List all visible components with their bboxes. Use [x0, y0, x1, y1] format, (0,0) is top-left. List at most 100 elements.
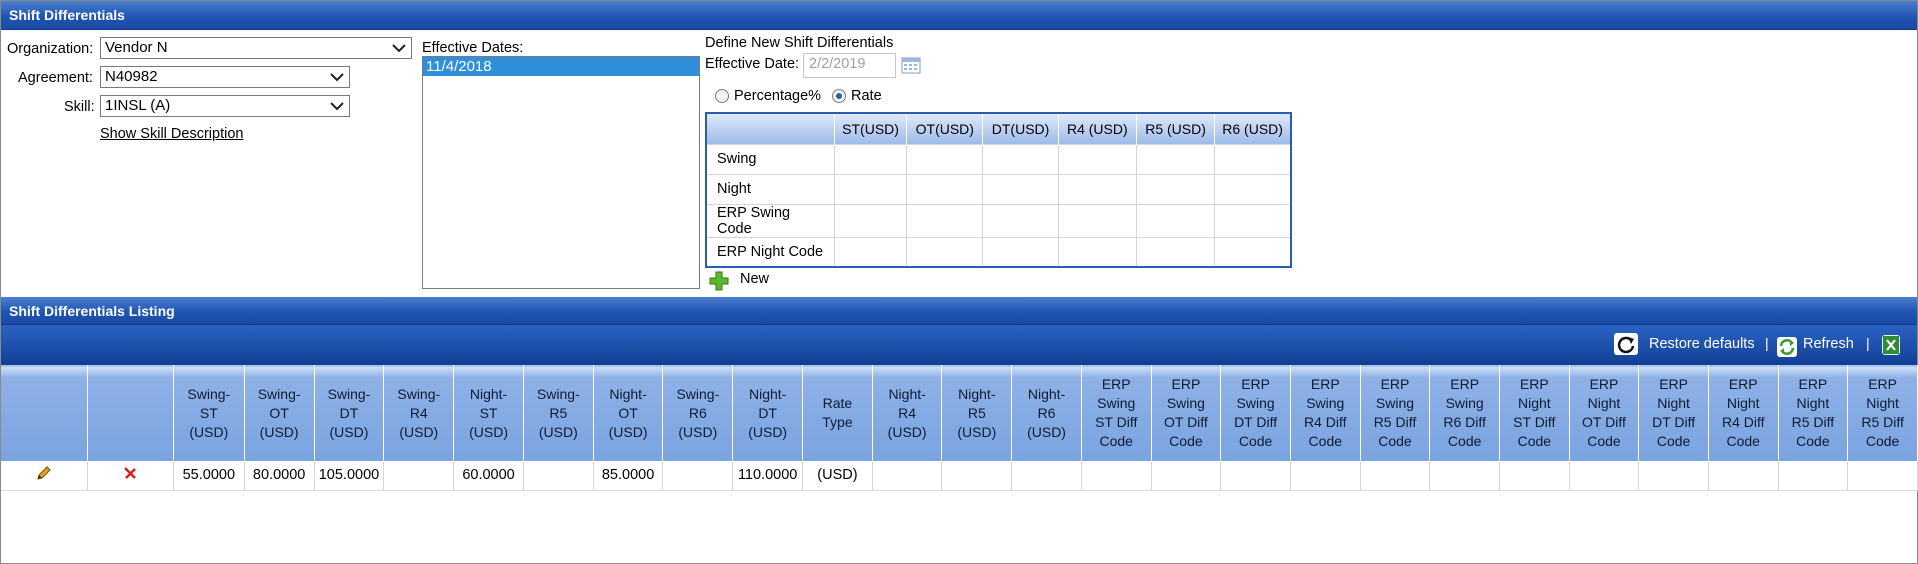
listing-header-cell[interactable]: Night- R4 (USD) [872, 365, 943, 461]
restore-icon[interactable] [1614, 333, 1638, 355]
listing-header-cell[interactable]: Night- OT (USD) [593, 365, 664, 461]
listing-header-cell[interactable]: ERP Swing DT Diff Code [1220, 365, 1291, 461]
rate-radio[interactable] [832, 89, 846, 103]
define-grid-input-cell[interactable] [1214, 143, 1292, 175]
listing-header-cell[interactable]: ERP Night DT Diff Code [1638, 365, 1709, 461]
define-grid-input-cell[interactable] [1057, 143, 1137, 175]
calendar-icon[interactable] [901, 55, 921, 75]
listing-header-cell[interactable]: Night- DT (USD) [732, 365, 804, 461]
grid-header-ot: OT(USD) [906, 113, 984, 144]
define-grid-input-cell[interactable] [1214, 236, 1292, 268]
export-excel-icon[interactable] [1882, 335, 1900, 355]
listing-header-cell[interactable]: ERP Swing R4 Diff Code [1290, 365, 1361, 461]
table-cell [1360, 460, 1431, 491]
define-grid-input-cell[interactable] [1057, 236, 1137, 268]
edit-cell [1, 460, 88, 491]
listing-header-cell[interactable]: Swing- ST (USD) [173, 365, 245, 461]
listing-header-cell[interactable] [1, 365, 88, 461]
listing-header-cell[interactable]: Night- R6 (USD) [1011, 365, 1082, 461]
listing-header-row: Swing- ST (USD) Swing- OT (USD) Swing- DT … [1, 365, 1918, 461]
listing-header-cell[interactable]: ERP Night OT Diff Code [1569, 365, 1640, 461]
grid-header-r6: R6 (USD) [1214, 113, 1292, 144]
new-button[interactable]: New [740, 271, 769, 287]
table-cell: 55.0000 [173, 460, 245, 491]
table-cell [1499, 460, 1570, 491]
define-grid-input-cell[interactable] [833, 143, 908, 175]
listing-title: Shift Differentials Listing [1, 297, 1917, 325]
table-cell [1708, 460, 1779, 491]
table-cell: 60.0000 [453, 460, 524, 491]
define-grid-input-cell[interactable] [1057, 173, 1137, 205]
define-grid-input-cell[interactable] [1135, 173, 1216, 205]
listing-header-cell[interactable]: Swing- R5 (USD) [523, 365, 594, 461]
define-grid-input-cell[interactable] [1214, 203, 1292, 238]
listing-header-cell[interactable]: ERP Night R4 Diff Code [1708, 365, 1779, 461]
effective-dates-list[interactable]: 11/4/2018 [422, 56, 700, 289]
grid-header-st: ST(USD) [834, 113, 908, 144]
listing-toolbar: Restore defaults | Refresh | [1, 325, 1917, 365]
define-grid-input-cell[interactable] [1214, 173, 1292, 205]
define-grid-input-cell[interactable] [982, 173, 1059, 205]
listing-header-cell[interactable]: ERP Swing OT Diff Code [1151, 365, 1222, 461]
listing-header-cell[interactable]: Rate Type [802, 365, 873, 461]
toolbar-separator: | [1866, 335, 1870, 351]
listing-header-cell[interactable]: ERP Night R5 Diff Code [1847, 365, 1918, 461]
table-cell [941, 460, 1013, 491]
define-grid-input-cell[interactable] [906, 173, 984, 205]
define-grid-input-cell[interactable] [1057, 203, 1137, 238]
listing-header-cell[interactable]: ERP Night ST Diff Code [1499, 365, 1570, 461]
table-row: 55.0000 80.0000 105.0000 60.0000 85.0000 110.… [1, 460, 1918, 491]
restore-defaults-button[interactable]: Restore defaults [1649, 336, 1755, 352]
table-cell: 110.0000 [732, 460, 804, 491]
define-grid-input-cell[interactable] [906, 236, 984, 268]
skill-select[interactable]: 1INSL (A) [100, 95, 350, 117]
listing-header-cell[interactable] [87, 365, 174, 461]
define-grid-header: ST(USD) OT(USD) DT(USD) R4 (USD) R5 (USD… [706, 113, 1292, 144]
refresh-icon[interactable] [1777, 337, 1797, 357]
chevron-down-icon [330, 102, 344, 111]
table-cell: (USD) [802, 460, 873, 491]
effective-date-input[interactable]: 2/2/2019 [803, 53, 896, 78]
effective-date-option[interactable]: 11/4/2018 [423, 57, 699, 76]
define-grid-input-cell[interactable] [982, 203, 1059, 238]
define-grid-input-cell[interactable] [1135, 203, 1216, 238]
agreement-label: Agreement: [18, 70, 93, 86]
panel-title: Shift Differentials [1, 1, 1917, 30]
table-cell [1151, 460, 1222, 491]
delete-cell [87, 460, 174, 491]
define-grid-input-cell[interactable] [833, 236, 908, 268]
define-grid-input-cell[interactable] [833, 203, 908, 238]
pencil-icon[interactable] [35, 464, 53, 482]
define-grid-input-cell[interactable] [982, 236, 1059, 268]
define-grid-input-cell[interactable] [1135, 143, 1216, 175]
listing-header-cell[interactable]: ERP Swing ST Diff Code [1081, 365, 1152, 461]
listing-header-cell[interactable]: ERP Swing R5 Diff Code [1360, 365, 1431, 461]
listing-header-cell[interactable]: Swing- DT (USD) [314, 365, 385, 461]
define-grid-input-cell[interactable] [982, 143, 1059, 175]
define-grid-row-label: Swing [705, 143, 835, 175]
table-cell [662, 460, 734, 491]
skill-value: 1INSL (A) [105, 97, 171, 114]
define-grid-row-label: Night [705, 173, 835, 205]
listing-header-cell[interactable]: Night- R5 (USD) [941, 365, 1013, 461]
define-grid-input-cell[interactable] [833, 173, 908, 205]
define-grid-input-cell[interactable] [906, 143, 984, 175]
plus-icon[interactable] [709, 271, 729, 291]
listing-header-cell[interactable]: ERP Night R5 Diff Code [1778, 365, 1849, 461]
percentage-radio[interactable] [715, 89, 729, 103]
agreement-select[interactable]: N40982 [100, 66, 350, 88]
delete-icon[interactable] [122, 465, 138, 481]
listing-header-cell[interactable]: Night- ST (USD) [453, 365, 524, 461]
grid-header-cell [706, 113, 835, 144]
listing-header-cell[interactable]: Swing- R4 (USD) [383, 365, 455, 461]
organization-select[interactable]: Vendor N [100, 37, 412, 59]
listing-header-cell[interactable]: Swing- OT (USD) [244, 365, 315, 461]
table-cell [1847, 460, 1918, 491]
refresh-button[interactable]: Refresh [1803, 336, 1854, 352]
listing-header-cell[interactable]: ERP Swing R6 Diff Code [1429, 365, 1500, 461]
define-grid-input-cell[interactable] [906, 203, 984, 238]
skill-label: Skill: [64, 99, 95, 115]
show-skill-description-link[interactable]: Show Skill Description [100, 126, 243, 142]
define-grid-input-cell[interactable] [1135, 236, 1216, 268]
listing-header-cell[interactable]: Swing- R6 (USD) [662, 365, 734, 461]
